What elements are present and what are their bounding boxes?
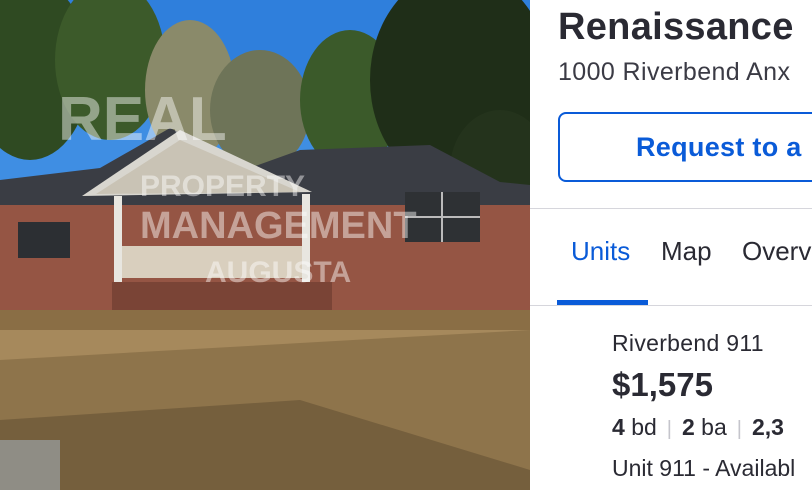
property-address: 1000 Riverbend Anx [558,58,791,86]
spec-separator: | [736,418,742,440]
tab-bar: Units Map Overv [530,208,812,306]
watermark-text-2: PROPERTY [140,170,305,203]
unit-specs: 4 bd | 2 ba | 2,3 [612,414,784,441]
baths-unit: ba [701,414,727,440]
tab-map[interactable]: Map [661,236,712,267]
beds-value: 4 [612,414,625,440]
unit-availability: Unit 911 - Availabl [612,455,796,481]
divider [530,305,812,306]
baths-value: 2 [681,414,695,440]
watermark-text-1: REAL [58,85,227,154]
request-tour-button[interactable]: Request to a [558,112,812,182]
tab-units[interactable]: Units [571,236,630,267]
watermark-text-3: MANAGEMENT [140,205,417,247]
request-tour-button-label: Request to a [636,132,802,162]
watermark-text-4: AUGUSTA [205,256,351,289]
sqft-value: 2,3 [751,414,784,440]
unit-price: $1,575 [612,366,713,403]
unit-name[interactable]: Riverbend 911 [612,330,764,357]
beds-unit: bd [631,414,657,440]
tab-overview[interactable]: Overv [742,236,811,267]
spec-separator: | [666,418,672,440]
property-title: Renaissance [558,6,794,48]
property-photo-image: REAL PROPERTY MANAGEMENT AUGUSTA [0,0,530,490]
listing-panel: Renaissance 1000 Riverbend Anx Request t… [530,0,812,490]
property-photo[interactable]: REAL PROPERTY MANAGEMENT AUGUSTA [0,0,530,490]
